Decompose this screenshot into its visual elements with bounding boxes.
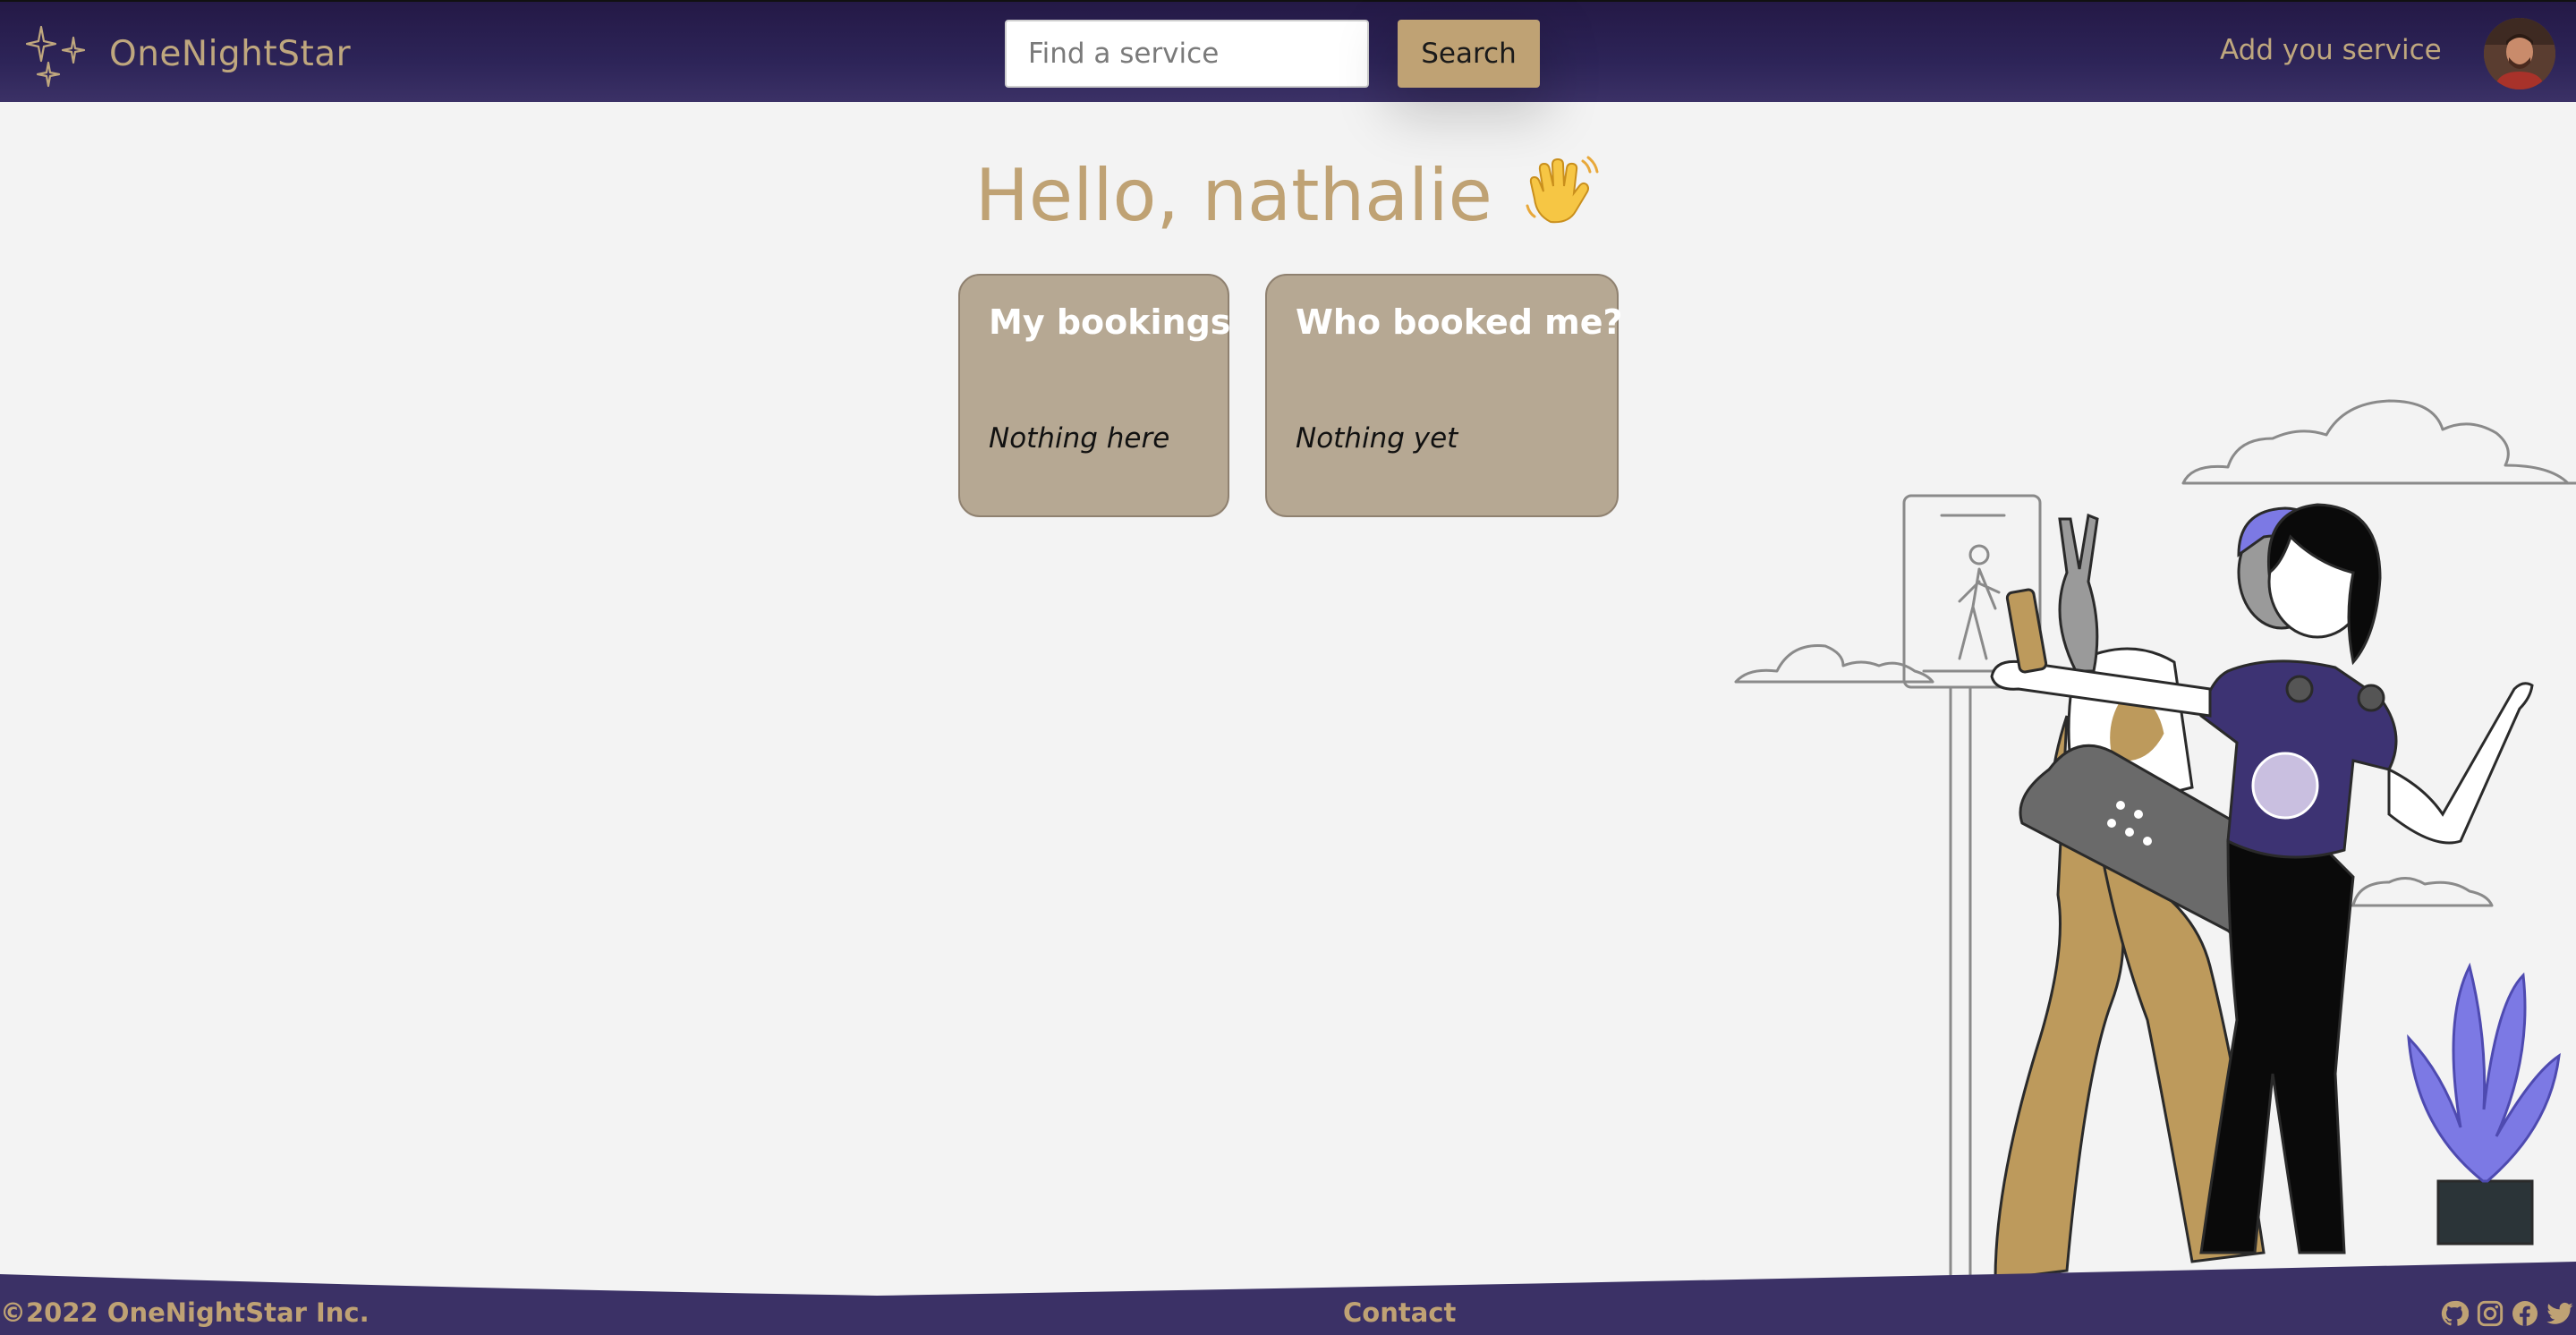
footer-background: [0, 1262, 2576, 1335]
search-input[interactable]: [1005, 20, 1369, 88]
search-button[interactable]: Search: [1398, 20, 1540, 88]
selfie-friends-illustration: [1734, 399, 2576, 1288]
avatar-image: [2484, 18, 2555, 89]
user-avatar[interactable]: [2484, 18, 2555, 89]
greeting-heading: Hello, nathalie: [0, 152, 2576, 237]
footer-copyright: ©2022 OneNightStar Inc.: [0, 1297, 370, 1328]
top-navbar: OneNightStar Search Add you service: [0, 0, 2576, 102]
card-title: My bookings: [989, 302, 1231, 342]
sparkle-stars-icon: [25, 25, 86, 88]
github-icon[interactable]: [2440, 1299, 2469, 1328]
card-empty-text: Nothing here: [989, 422, 1170, 455]
card-title: Who booked me?: [1296, 302, 1623, 342]
card-empty-text: Nothing yet: [1296, 422, 1458, 455]
brand-name: OneNightStar: [109, 33, 352, 74]
footer-contact-link[interactable]: Contact: [1343, 1297, 1456, 1328]
brand-home-link[interactable]: OneNightStar: [21, 18, 351, 89]
greeting-text: Hello, nathalie: [974, 154, 1492, 237]
facebook-icon[interactable]: [2511, 1299, 2539, 1328]
twitter-icon[interactable]: [2546, 1299, 2574, 1328]
who-booked-me-card[interactable]: Who booked me? Nothing yet: [1265, 274, 1623, 517]
waving-hand-icon: [1526, 156, 1599, 224]
add-service-link[interactable]: Add you service: [2220, 34, 2442, 66]
instagram-icon[interactable]: [2476, 1299, 2504, 1328]
my-bookings-card[interactable]: My bookings Nothing here: [958, 274, 1231, 517]
